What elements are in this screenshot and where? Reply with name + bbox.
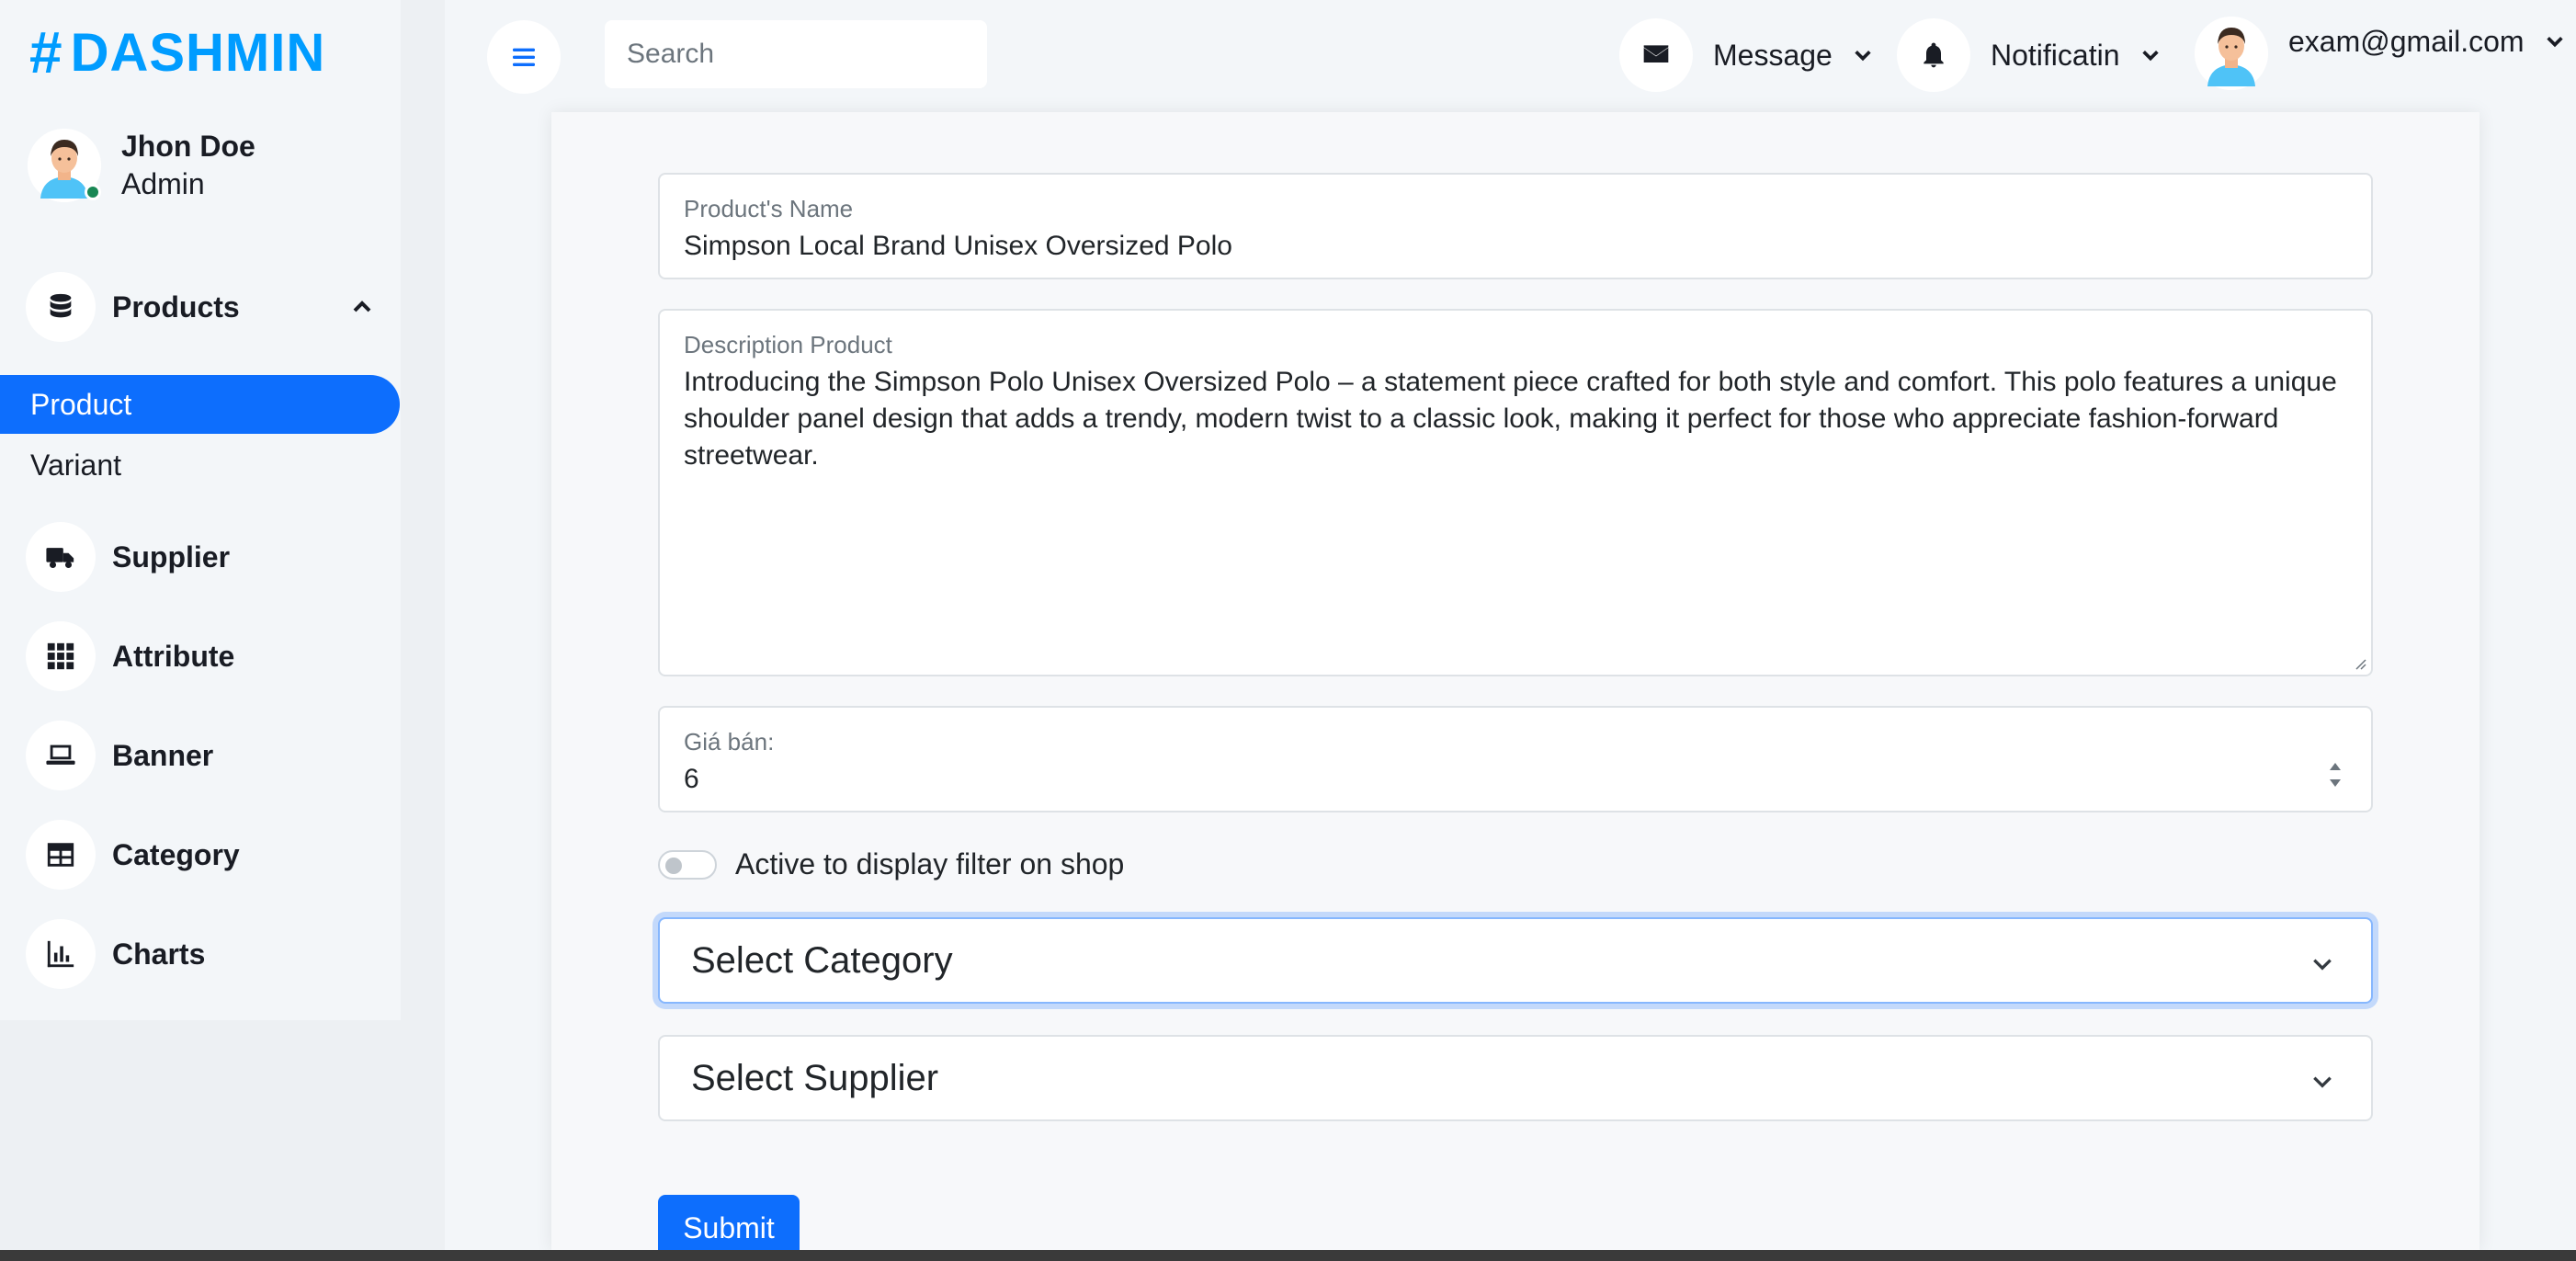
online-status-dot <box>85 184 101 200</box>
sidebar-item-category[interactable]: Category <box>26 820 240 890</box>
description-field[interactable]: Description Product Introducing the Simp… <box>658 309 2373 676</box>
supplier-select[interactable]: Select Supplier <box>658 1035 2373 1121</box>
chevron-down-icon <box>2546 37 2563 48</box>
sidebar-item-label: Attribute <box>112 639 235 673</box>
description-textarea[interactable]: Introducing the Simpson Polo Unisex Over… <box>684 364 2343 474</box>
sidebar-item-banner[interactable]: Banner <box>26 721 213 790</box>
submenu-item-product[interactable]: Product <box>0 375 400 434</box>
user-name: Jhon Doe <box>121 130 255 163</box>
sidebar-item-charts[interactable]: Charts <box>26 919 205 989</box>
category-select[interactable]: Select Category <box>658 917 2373 1004</box>
sidebar-item-label: Charts <box>112 937 206 971</box>
price-input[interactable]: 6 <box>684 761 2343 798</box>
price-field[interactable]: Giá bán: 6 <box>658 706 2373 812</box>
active-filter-label: Active to display filter on shop <box>735 847 1125 880</box>
truck-icon <box>26 522 96 592</box>
chevron-down-icon <box>2313 959 2332 971</box>
chevron-down-icon <box>2141 51 2159 62</box>
supplier-select-value: Select Supplier <box>691 1057 939 1098</box>
chart-icon <box>26 919 96 989</box>
user-role: Admin <box>121 167 205 200</box>
hash-icon: # <box>29 19 63 85</box>
envelope-icon <box>1619 18 1693 92</box>
submenu-item-variant[interactable]: Variant <box>30 449 121 483</box>
number-spinner-icon[interactable] <box>2327 757 2343 792</box>
field-label: Giá bán: <box>684 728 775 755</box>
menu-toggle-button[interactable] <box>487 20 561 94</box>
chevron-down-icon <box>1855 51 1871 62</box>
account-avatar <box>2195 17 2268 90</box>
table-icon <box>26 820 96 890</box>
grid-icon <box>26 621 96 691</box>
category-select-value: Select Category <box>691 939 953 981</box>
user-avatar-icon <box>2195 17 2268 90</box>
sidebar-item-label: Category <box>112 837 240 871</box>
notification-dropdown[interactable]: Notificatin <box>1897 18 2161 92</box>
active-filter-toggle-row: Active to display filter on shop <box>658 847 1124 881</box>
chevron-down-icon <box>2313 1076 2332 1088</box>
laptop-icon <box>26 721 96 790</box>
sidebar-item-label: Banner <box>112 738 214 772</box>
hamburger-icon <box>513 48 535 66</box>
sidebar-item-attribute[interactable]: Attribute <box>26 621 234 691</box>
submenu-item-label: Product <box>30 387 132 421</box>
search-input[interactable] <box>605 20 987 88</box>
message-label: Message <box>1713 38 1833 72</box>
account-dropdown[interactable]: exam@gmail.com <box>2195 17 2565 90</box>
sidebar-item-supplier[interactable]: Supplier <box>26 522 230 592</box>
account-label: exam@gmail.com <box>2288 24 2525 58</box>
database-icon <box>26 272 96 342</box>
sidebar-item-products[interactable]: Products <box>26 272 240 342</box>
product-name-field[interactable]: Product's Name Simpson Local Brand Unise… <box>658 173 2373 279</box>
active-filter-switch[interactable] <box>658 849 717 880</box>
message-dropdown[interactable]: Message <box>1619 18 1873 92</box>
sidebar: # DASHMIN Jhon Doe Admin Products Produc… <box>0 0 401 1020</box>
brand-logo[interactable]: # DASHMIN <box>29 19 326 85</box>
chevron-up-icon[interactable] <box>351 296 373 318</box>
notification-label: Notificatin <box>1991 38 2120 72</box>
avatar <box>28 129 101 202</box>
field-label: Product's Name <box>684 195 854 222</box>
brand-name: DASHMIN <box>70 22 326 83</box>
sidebar-item-label: Products <box>112 290 240 324</box>
product-name-input[interactable]: Simpson Local Brand Unisex Oversized Pol… <box>684 228 2343 265</box>
resize-grip-icon[interactable] <box>2353 656 2367 671</box>
bell-icon <box>1897 18 1970 92</box>
sidebar-item-label: Supplier <box>112 540 231 574</box>
window-bottom-edge <box>0 1250 2576 1261</box>
field-label: Description Product <box>684 331 892 358</box>
user-profile: Jhon Doe Admin <box>28 129 255 202</box>
